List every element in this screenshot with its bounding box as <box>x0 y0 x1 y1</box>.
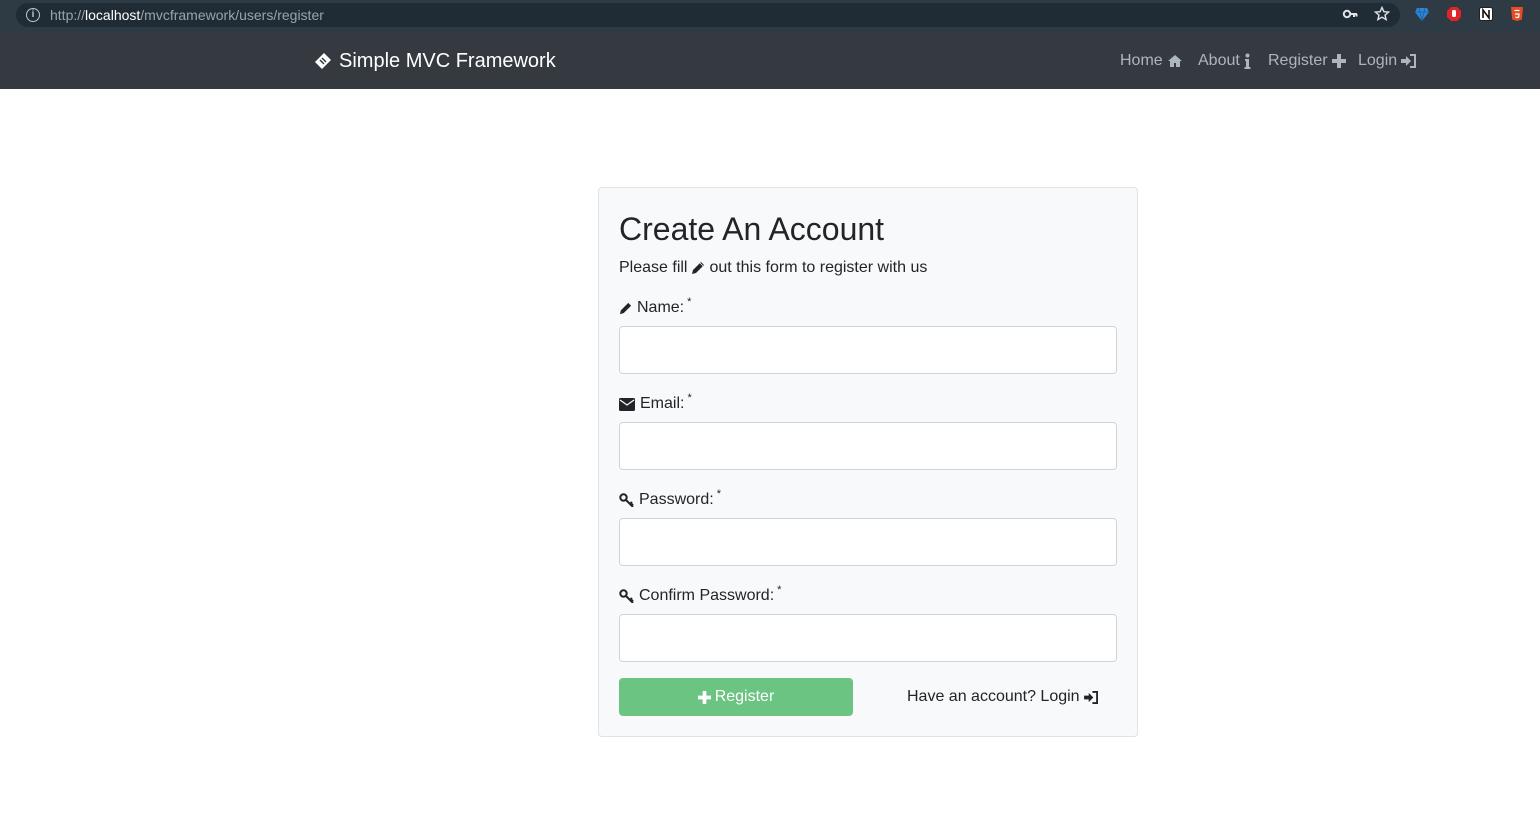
register-button-label: Register <box>714 688 775 705</box>
navbar: Simple MVC Framework Home About Register… <box>0 32 1540 89</box>
key-icon[interactable] <box>1341 6 1359 24</box>
nav-register-link[interactable]: Register <box>1268 51 1346 71</box>
register-card: Create An Account Please fill out this f… <box>598 187 1138 737</box>
pencil-icon <box>619 302 632 315</box>
browser-toolbar: i http://localhost/mvcframework/users/re… <box>0 0 1540 32</box>
required-mark: * <box>777 584 782 596</box>
key-icon <box>619 589 634 603</box>
password-field[interactable] <box>619 518 1117 566</box>
brand-link[interactable]: Simple MVC Framework <box>313 49 556 73</box>
nav-about-link[interactable]: About <box>1198 51 1251 71</box>
password-label: Password: * <box>619 488 721 510</box>
subtitle-before: Please fill <box>619 259 688 276</box>
login-link[interactable]: Have an account? Login <box>907 687 1099 707</box>
name-field[interactable] <box>619 326 1117 374</box>
address-bar[interactable]: i http://localhost/mvcframework/users/re… <box>16 3 1400 27</box>
register-button[interactable]: Register <box>619 678 853 716</box>
form-subtitle: Please fill out this form to register wi… <box>619 258 927 278</box>
email-label: Email: * <box>619 392 692 414</box>
extension-notion-icon[interactable] <box>1477 6 1495 24</box>
nav-about-label: About <box>1198 52 1240 69</box>
required-mark: * <box>687 392 692 404</box>
extension-gem-icon[interactable] <box>1413 6 1431 24</box>
nav-home-label: Home <box>1120 52 1163 69</box>
url-text[interactable]: http://localhost/mvcframework/users/regi… <box>50 7 324 23</box>
extension-stop-icon[interactable] <box>1445 6 1463 24</box>
required-mark: * <box>687 296 692 308</box>
login-link-label: Have an account? Login <box>907 688 1080 705</box>
extension-html-icon[interactable] <box>1508 6 1526 24</box>
name-label: Name: * <box>619 296 691 318</box>
confirm-password-label: Confirm Password: * <box>619 584 781 606</box>
sign-in-icon <box>1401 54 1417 68</box>
nav-login-label: Login <box>1358 52 1398 69</box>
confirm-password-field[interactable] <box>619 614 1117 662</box>
plus-icon <box>697 690 711 704</box>
sign-in-icon <box>1083 690 1099 704</box>
star-icon[interactable] <box>1373 5 1391 24</box>
brand-title: Simple MVC Framework <box>339 50 556 72</box>
pencil-icon <box>692 262 705 274</box>
nav-home-link[interactable]: Home <box>1120 51 1183 71</box>
plus-icon <box>1331 54 1346 68</box>
home-icon <box>1167 54 1183 68</box>
page-title: Create An Account <box>619 211 885 247</box>
subtitle-after: out this form to register with us <box>709 259 928 276</box>
nav-register-label: Register <box>1268 52 1328 69</box>
required-mark: * <box>716 488 721 500</box>
info-icon <box>1244 53 1251 69</box>
envelope-icon <box>619 397 635 411</box>
nav-login-link[interactable]: Login <box>1358 51 1417 71</box>
email-field[interactable] <box>619 422 1117 470</box>
info-icon[interactable]: i <box>26 8 40 22</box>
ticket-icon <box>315 53 331 69</box>
key-icon <box>619 493 634 507</box>
